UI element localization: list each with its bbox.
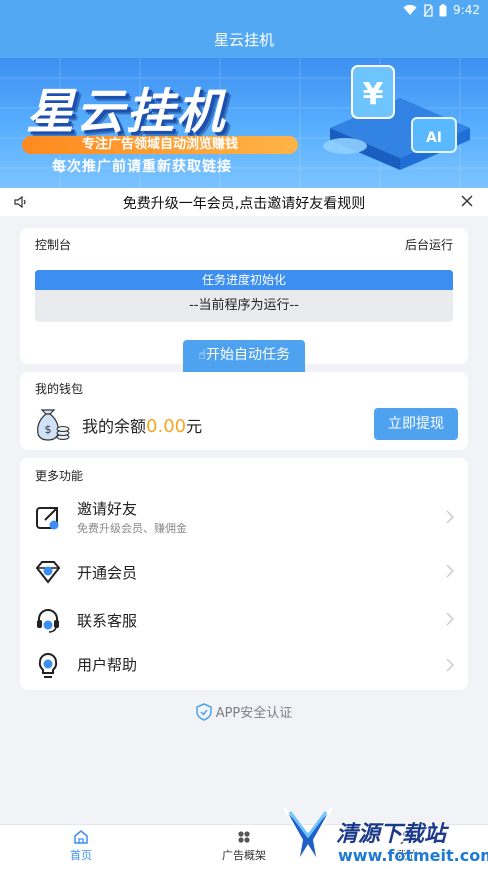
tab-home[interactable]: 首页 [21,829,141,863]
svg-text:AI: AI [426,130,442,146]
chevron-right-icon [446,612,454,626]
share-icon [36,507,59,530]
watermark-name: 清源下载站 [336,822,447,847]
headset-icon [37,609,59,633]
balance-display: 我的余额0.00元 [82,413,202,437]
vip-diamond-icon [35,561,61,584]
wifi-icon [403,4,417,15]
menu-item-label: 用户帮助 [77,656,138,674]
notice-text: 免费升级一年会员,点击邀请好友看规则 [122,196,366,212]
site-watermark: 清源下载站 www.fotmeit.com [280,806,488,866]
more-functions-title: 更多功能 [35,469,84,483]
clock-time: 9:42 [453,3,480,17]
balance-amount: 0.00 [146,416,187,437]
task-progress-bar: 任务进度初始化 [35,270,453,290]
console-card: 控制台 后台运行 任务进度初始化 --当前程序为运行-- ☝开始自动任务 [20,228,468,374]
menu-item-label: 联系客服 [77,612,138,630]
banner-tagline: 专注广告领域自动浏览赚钱 [22,136,298,154]
chevron-right-icon [446,510,454,524]
banner-subtitle: 每次推广前请重新获取链接 [52,159,232,175]
wallet-card: 我的钱包 $ 我的余额0.00元 立即提现 [20,372,468,450]
watermark-logo-icon [283,807,333,863]
start-auto-task-button[interactable]: ☝开始自动任务 [183,340,305,374]
menu-item-invite-friends[interactable]: 邀请好友 免费升级会员、赚佣金 [20,496,468,540]
status-icons: 9:42 [403,3,480,17]
security-certification: APP安全认证 [0,702,488,722]
lightbulb-icon [38,653,58,678]
banner-title: 星云挂机 [26,84,227,140]
withdraw-button[interactable]: 立即提现 [374,408,458,440]
console-title: 控制台 [35,238,72,252]
money-bag-icon: $ [37,409,70,441]
task-progress-label: 任务进度初始化 [201,273,286,287]
home-icon [74,830,88,844]
no-sim-icon [423,3,433,17]
app-title: 星云挂机 [0,22,488,58]
svg-text:$: $ [45,423,52,436]
notice-bar[interactable]: 免费升级一年会员,点击邀请好友看规则 [0,188,488,216]
tab-label: 广告概架 [222,849,266,862]
menu-item-user-help[interactable]: 用户帮助 [20,644,468,688]
run-status-text: --当前程序为运行-- [35,290,453,322]
more-functions-card: 更多功能 邀请好友 免费升级会员、赚佣金 开通会员 联系客服 用户帮助 [20,458,468,690]
battery-icon [439,3,447,16]
start-auto-task-label: 开始自动任务 [205,347,290,363]
close-icon[interactable] [460,194,474,208]
menu-item-subtitle: 免费升级会员、赚佣金 [77,522,187,535]
tab-label: 首页 [70,849,92,862]
grid-icon [238,831,250,843]
watermark-url: www.fotmeit.com [338,846,488,865]
chevron-right-icon [446,658,454,672]
hand-pointer-icon: ☝ [198,348,206,363]
promo-banner[interactable]: ¥ AI 星云挂机 专注广告领域自动浏览赚钱 每次推广前请重新获取链接 [0,58,488,188]
menu-item-open-vip[interactable]: 开通会员 [20,550,468,594]
banner-3d-illustration-icon: ¥ AI [323,65,470,170]
security-text: APP安全认证 [215,706,293,721]
balance-unit: 元 [186,417,203,436]
menu-item-label: 开通会员 [77,564,138,582]
status-bar: 9:42 [0,0,488,22]
chevron-right-icon [446,564,454,578]
balance-prefix: 我的余额 [82,417,147,436]
console-status: 后台运行 [404,238,453,252]
menu-item-label: 邀请好友 [77,500,138,518]
menu-item-contact-support[interactable]: 联系客服 [20,598,468,642]
svg-text:¥: ¥ [363,77,384,112]
wallet-title: 我的钱包 [35,382,84,396]
shield-check-icon [195,702,212,721]
